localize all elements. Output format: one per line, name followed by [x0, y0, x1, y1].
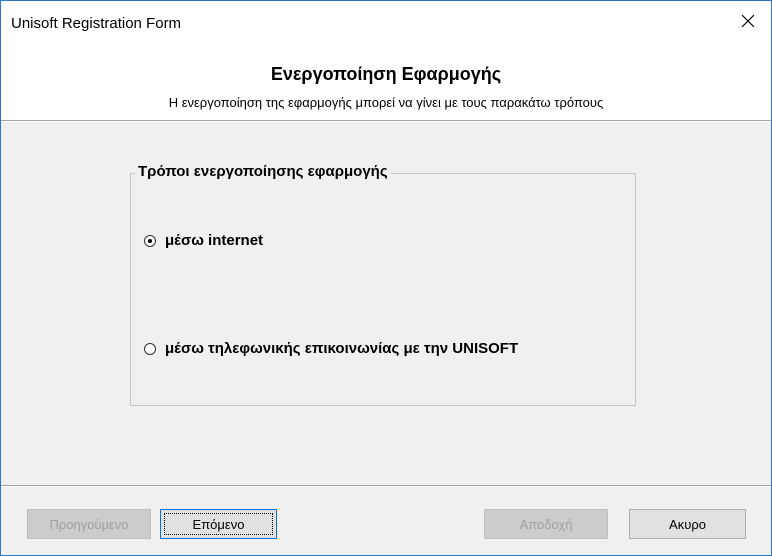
page-title: Ενεργοποίηση Εφαρμογής	[270, 64, 502, 84]
previous-button[interactable]: Προηγούμενο	[27, 509, 151, 539]
radio-dot-icon	[148, 238, 152, 243]
accept-button[interactable]: Αποδοχή	[484, 509, 608, 539]
activation-method-groupbox	[130, 173, 636, 406]
radio-option-phone[interactable]: μέσω τηλεφωνικής επικοινωνίας με την UNI…	[144, 340, 518, 357]
close-icon	[741, 14, 755, 33]
cancel-button[interactable]: Ακυρο	[629, 509, 746, 539]
next-button-label: Επόμενο	[192, 516, 245, 532]
registration-dialog: Unisoft Registration Form Ενεργοποίηση Ε…	[0, 0, 772, 556]
radio-button-selected[interactable]	[144, 234, 156, 247]
radio-option-internet[interactable]: μέσω internet	[144, 232, 263, 249]
page-subtitle: Η ενεργοποίηση της εφαρμογής μπορεί να γ…	[168, 95, 604, 110]
title-bar: Unisoft Registration Form	[1, 1, 771, 45]
header-divider-highlight	[1, 121, 771, 122]
wizard-header: Ενεργοποίηση Εφαρμογής Η ενεργοποίηση τη…	[1, 45, 771, 120]
groupbox-legend: Τρόποι ενεργοποίησης εφαρμογής	[135, 163, 391, 180]
next-button[interactable]: Επόμενο	[160, 509, 277, 539]
window-title: Unisoft Registration Form	[11, 15, 182, 32]
radio-label-internet[interactable]: μέσω internet	[165, 232, 263, 249]
radio-label-phone[interactable]: μέσω τηλεφωνικής επικοινωνίας με την UNI…	[165, 340, 518, 357]
close-button[interactable]	[725, 1, 771, 45]
footer-divider-highlight	[1, 486, 771, 487]
radio-button-unselected[interactable]	[144, 342, 156, 355]
